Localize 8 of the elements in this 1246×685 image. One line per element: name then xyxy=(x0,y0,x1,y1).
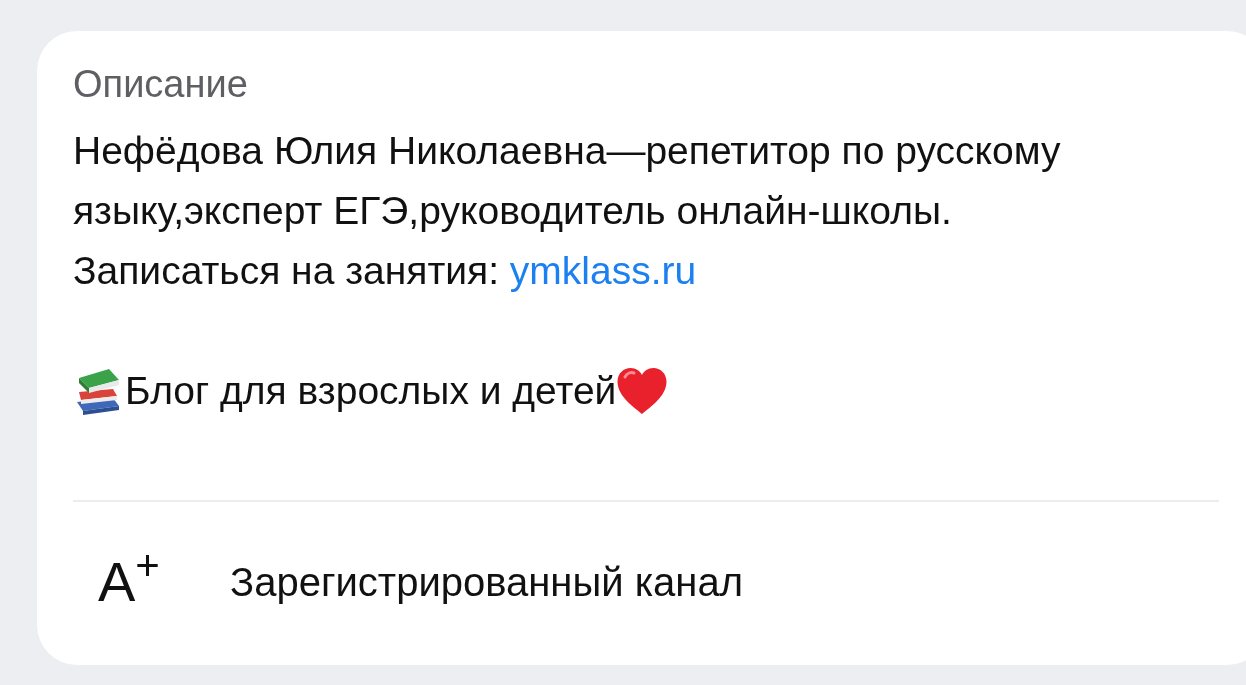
signup-text: Записаться на занятия: ymklass.ru xyxy=(73,248,698,294)
website-link[interactable]: ymklass.ru xyxy=(509,249,697,292)
a-plus-symbol: A$^{+}$ xyxy=(98,552,161,612)
tagline-text: Блог для взрослых и детей xyxy=(125,368,617,414)
registered-channel-label: Зарегистрированный канал xyxy=(230,559,743,606)
section-title: Описание xyxy=(73,62,248,106)
description-text: Нефёдова Юлия Николаевна—репетитор по русскому языку,эксперт ЕГЭ,руководитель онлайн-школы. xyxy=(73,128,1062,234)
heart-icon xyxy=(616,367,669,415)
